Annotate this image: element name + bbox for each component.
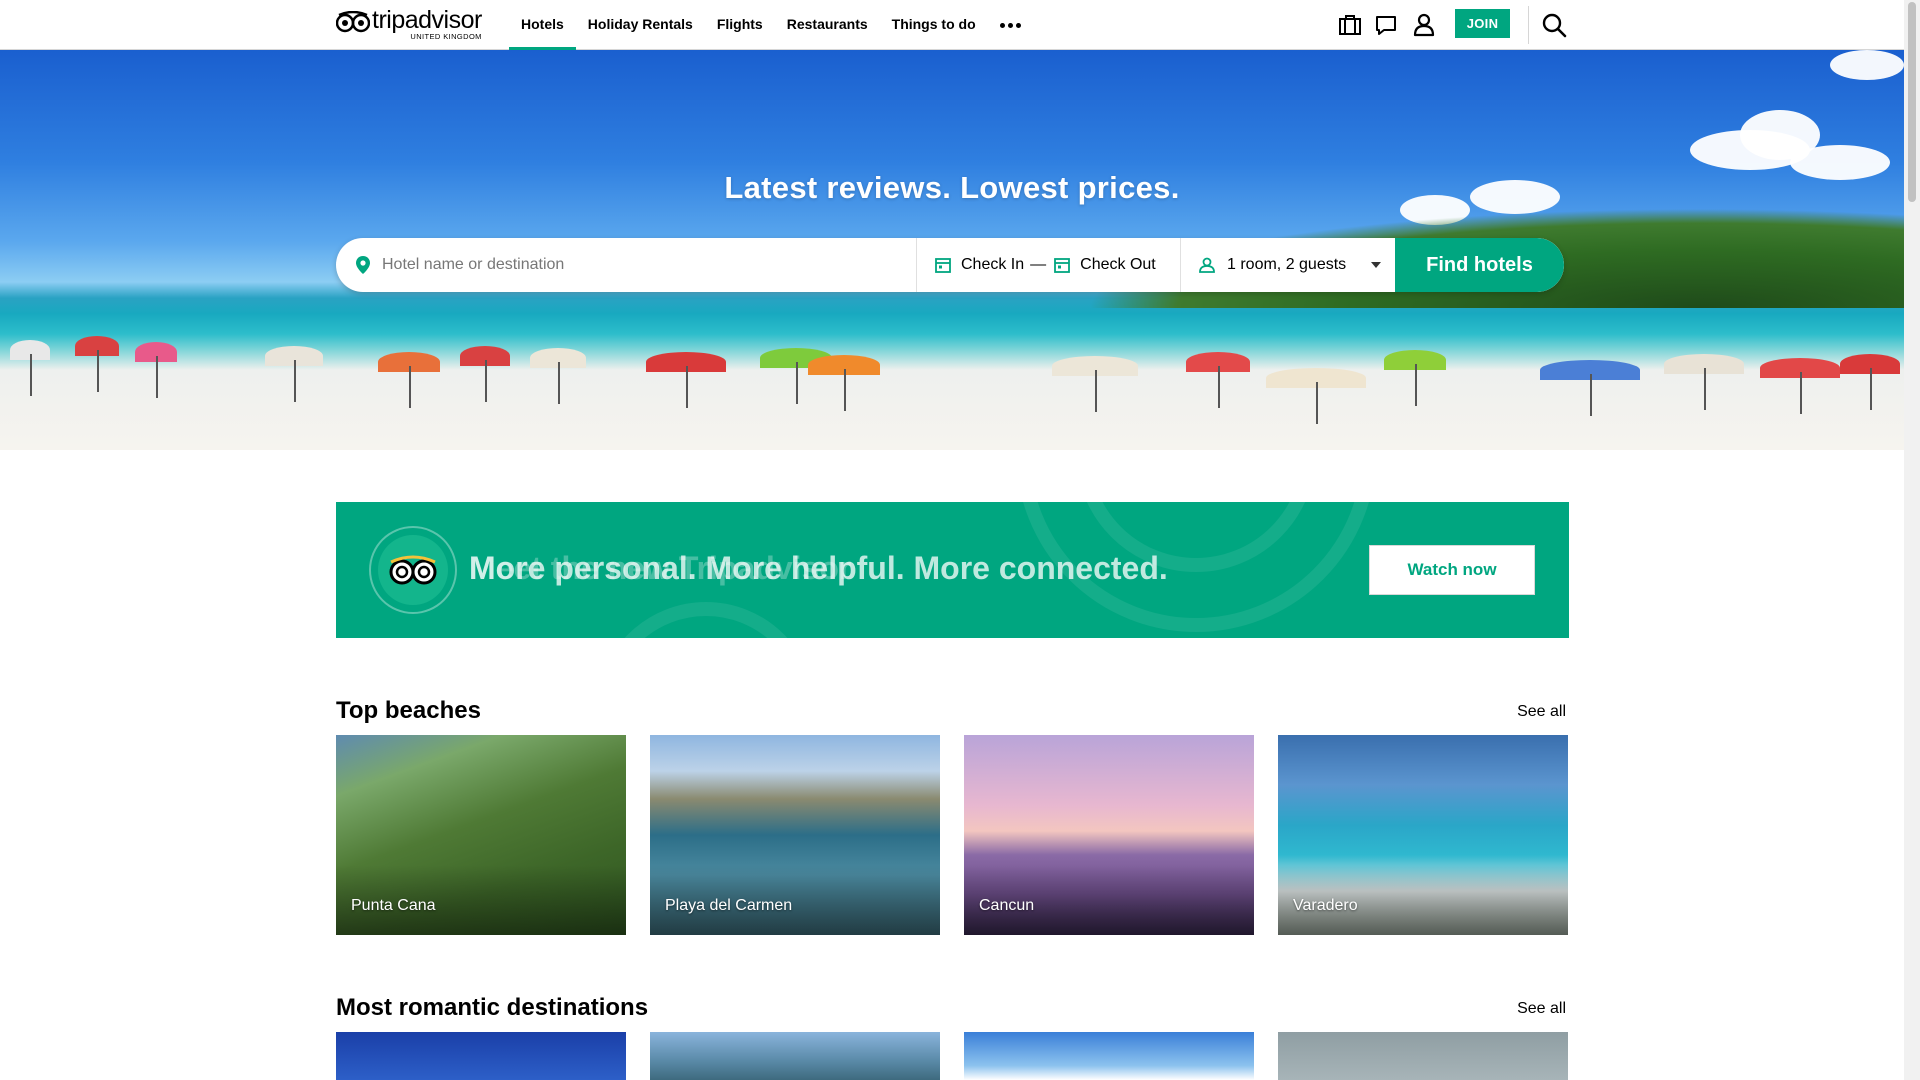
romantic-card[interactable] — [964, 1032, 1254, 1080]
section-title-top-beaches: Top beaches — [336, 697, 481, 724]
card-label: Cancun — [979, 897, 1035, 914]
nav-hotels[interactable]: Hotels — [509, 0, 576, 50]
owl-eyes-icon — [389, 555, 437, 585]
promo-banner: Meet the new Tripadvisor More personal. … — [336, 502, 1569, 638]
header-divider — [1528, 6, 1529, 44]
location-pin-icon — [356, 256, 370, 274]
date-range-field: Check In — Check Out — [917, 238, 1181, 292]
hotel-search-bar: Check In — Check Out 1 room, 2 guests Fi… — [336, 238, 1564, 292]
page-scrollbar[interactable] — [1904, 0, 1920, 1080]
calendar-icon — [935, 258, 951, 273]
card-label: Varadero — [1293, 897, 1358, 914]
card-label: Playa del Carmen — [665, 897, 793, 914]
account-icon[interactable] — [1410, 11, 1438, 39]
hero-title: Latest reviews. Lowest prices. — [724, 170, 1180, 205]
watch-now-button[interactable]: Watch now — [1369, 545, 1535, 595]
scrollbar-thumb[interactable] — [1908, 2, 1916, 202]
caret-down-icon — [1371, 262, 1381, 268]
see-all-romantic-link[interactable]: See all — [1517, 1000, 1566, 1018]
check-in-field[interactable]: Check In — [935, 256, 1024, 274]
beach-card-playa-del-carmen[interactable]: Playa del Carmen — [650, 735, 940, 935]
nav-flights[interactable]: Flights — [705, 0, 775, 50]
top-header: tripadvisor UNITED KINGDOM Hotels Holida… — [0, 0, 1904, 50]
romantic-card[interactable] — [336, 1032, 626, 1080]
logo-region: UNITED KINGDOM — [410, 32, 482, 41]
nav-things-to-do[interactable]: Things to do — [880, 0, 988, 50]
logo-wordmark: tripadvisor — [372, 6, 482, 34]
guest-icon — [1199, 257, 1215, 273]
beach-card-varadero[interactable]: Varadero — [1278, 735, 1568, 935]
see-all-beaches-link[interactable]: See all — [1517, 703, 1566, 721]
search-icon[interactable] — [1540, 11, 1568, 39]
calendar-icon — [1054, 258, 1071, 273]
promo-text: More personal. More helpful. More connec… — [469, 550, 1168, 586]
find-hotels-button[interactable]: Find hotels — [1395, 238, 1564, 292]
destination-input[interactable] — [382, 256, 882, 274]
tripadvisor-logo[interactable]: tripadvisor UNITED KINGDOM — [336, 6, 482, 41]
trips-icon[interactable] — [1336, 11, 1364, 39]
section-title-romantic: Most romantic destinations — [336, 994, 649, 1021]
guests-selector[interactable]: 1 room, 2 guests — [1181, 238, 1395, 292]
card-label: Punta Cana — [351, 897, 436, 914]
beach-card-punta-cana[interactable]: Punta Cana — [336, 735, 626, 935]
join-button[interactable]: JOIN — [1455, 9, 1510, 38]
check-in-label: Check In — [961, 256, 1025, 273]
messages-icon[interactable] — [1372, 11, 1400, 39]
check-out-label: Check Out — [1080, 256, 1156, 273]
destination-field[interactable] — [336, 238, 917, 292]
nav-holiday-rentals[interactable]: Holiday Rentals — [576, 0, 705, 50]
romantic-card[interactable] — [650, 1032, 940, 1080]
date-separator: — — [1030, 256, 1047, 273]
nav-restaurants[interactable]: Restaurants — [775, 0, 880, 50]
main-nav: Hotels Holiday Rentals Flights Restauran… — [509, 0, 1033, 50]
check-out-field[interactable]: Check Out — [1054, 256, 1156, 274]
cloud-shape — [1830, 50, 1904, 80]
owl-badge-icon — [369, 526, 457, 614]
guests-label: 1 room, 2 guests — [1227, 256, 1347, 273]
romantic-card[interactable] — [1278, 1032, 1568, 1080]
owl-logo-icon — [336, 11, 370, 33]
more-icon[interactable] — [988, 0, 1033, 50]
beach-card-cancun[interactable]: Cancun — [964, 735, 1254, 935]
